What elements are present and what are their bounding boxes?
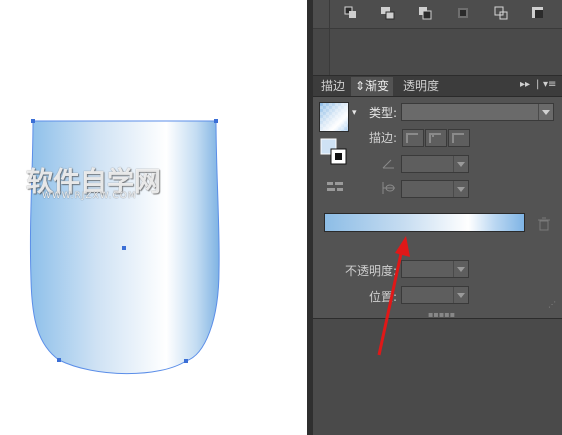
artboard-canvas[interactable]: 软件自学网 WWW.RJZXW.COM xyxy=(0,0,307,435)
tab-stroke[interactable]: 描边 xyxy=(317,77,349,96)
trash-icon xyxy=(538,217,550,231)
panel-drag-handle[interactable]: ▪▪▪▪▪ xyxy=(428,310,455,319)
type-dropdown[interactable] xyxy=(401,103,554,121)
align-right-icon[interactable] xyxy=(417,5,433,21)
aspect-ratio-icon xyxy=(382,182,395,194)
aspect-ratio-field xyxy=(401,180,469,198)
gradient-slider[interactable] xyxy=(324,213,525,232)
distribute-icon[interactable] xyxy=(493,5,509,21)
empty-panel-area xyxy=(330,29,562,75)
fill-stroke-icon[interactable] xyxy=(320,138,348,166)
gradient-cup-shape[interactable] xyxy=(0,0,307,435)
tab-transparency[interactable]: 透明度 xyxy=(399,77,443,96)
red-arrow-annotation xyxy=(377,236,410,356)
grip-icon: | xyxy=(536,79,540,90)
anchor-point xyxy=(31,119,35,123)
anchor-point xyxy=(57,358,61,362)
swatch-dropdown-icon[interactable]: ▾ xyxy=(352,108,357,118)
type-label: 类型: xyxy=(369,106,398,120)
gradient-fill-swatch[interactable] xyxy=(319,102,349,132)
panel-menu-icon[interactable]: ▾≡ xyxy=(543,79,556,90)
empty-dock-area xyxy=(313,319,562,435)
stroke-gradient-buttons[interactable] xyxy=(402,129,470,147)
watermark-url: WWW.RJZXW.COM xyxy=(42,191,137,201)
align-top-icon[interactable] xyxy=(455,5,471,21)
angle-icon xyxy=(382,159,394,169)
angle-field xyxy=(401,155,469,173)
stroke-label: 描边: xyxy=(369,131,398,145)
anchor-point xyxy=(214,119,218,123)
align-left-icon[interactable] xyxy=(343,5,359,21)
transform-icon[interactable] xyxy=(530,5,546,21)
align-center-icon[interactable] xyxy=(380,5,396,21)
panel-resize-grip-icon[interactable]: ⋰ xyxy=(548,300,556,309)
reverse-gradient-icon[interactable] xyxy=(326,180,344,194)
anchor-point xyxy=(184,359,188,363)
align-toolbar xyxy=(313,0,562,28)
panel-tabbar: 描边 ⇕渐变 透明度 ▸▸ | ▾≡ xyxy=(313,76,562,97)
center-point xyxy=(122,246,126,250)
collapse-icon[interactable]: ▸▸ xyxy=(520,79,530,90)
tab-gradient[interactable]: ⇕渐变 xyxy=(351,77,394,96)
